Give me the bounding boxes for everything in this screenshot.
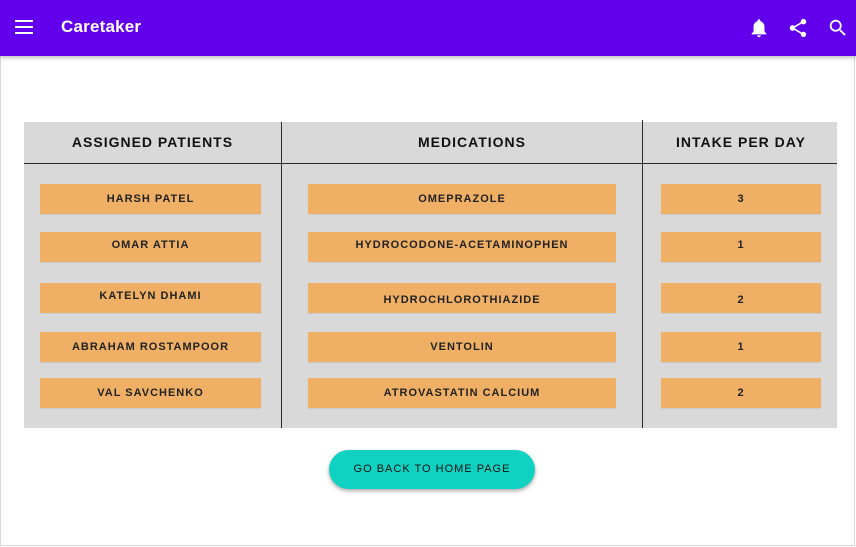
patient-cell: VAL SAVCHENKO bbox=[40, 378, 261, 408]
medication-cell: VENTOLIN bbox=[308, 332, 616, 362]
intake-cell: 1 bbox=[661, 232, 821, 262]
column-divider bbox=[642, 120, 643, 428]
share-icon[interactable] bbox=[787, 17, 809, 39]
go-back-home-button[interactable]: GO BACK TO HOME PAGE bbox=[329, 450, 535, 489]
search-icon[interactable] bbox=[827, 17, 849, 39]
menu-icon[interactable] bbox=[15, 20, 33, 34]
bell-icon[interactable] bbox=[748, 17, 770, 39]
medication-cell: OMEPRAZOLE bbox=[308, 184, 616, 214]
app-bar: Caretaker bbox=[0, 0, 856, 56]
patient-cell: KATELYN DHAMI bbox=[40, 283, 261, 313]
patient-cell: HARSH PATEL bbox=[40, 184, 261, 214]
column-divider bbox=[281, 122, 282, 428]
intake-cell: 2 bbox=[661, 283, 821, 313]
header-divider bbox=[24, 163, 837, 164]
header-intake-per-day: INTAKE PER DAY bbox=[676, 134, 806, 150]
medication-cell: HYDROCHLOROTHIAZIDE bbox=[308, 283, 616, 313]
patient-cell: OMAR ATTIA bbox=[40, 232, 261, 262]
intake-cell: 3 bbox=[661, 184, 821, 214]
medication-cell: HYDROCODONE-ACETAMINOPHEN bbox=[308, 232, 616, 262]
header-medications: MEDICATIONS bbox=[418, 134, 526, 150]
medication-cell: ATROVASTATIN CALCIUM bbox=[308, 378, 616, 408]
intake-cell: 1 bbox=[661, 332, 821, 362]
header-assigned-patients: ASSIGNED PATIENTS bbox=[71, 134, 234, 150]
medication-table: ASSIGNED PATIENTS MEDICATIONS INTAKE PER… bbox=[24, 120, 837, 428]
intake-cell: 2 bbox=[661, 378, 821, 408]
app-title: Caretaker bbox=[61, 17, 142, 36]
patient-cell: ABRAHAM ROSTAMPOOR bbox=[40, 332, 261, 362]
